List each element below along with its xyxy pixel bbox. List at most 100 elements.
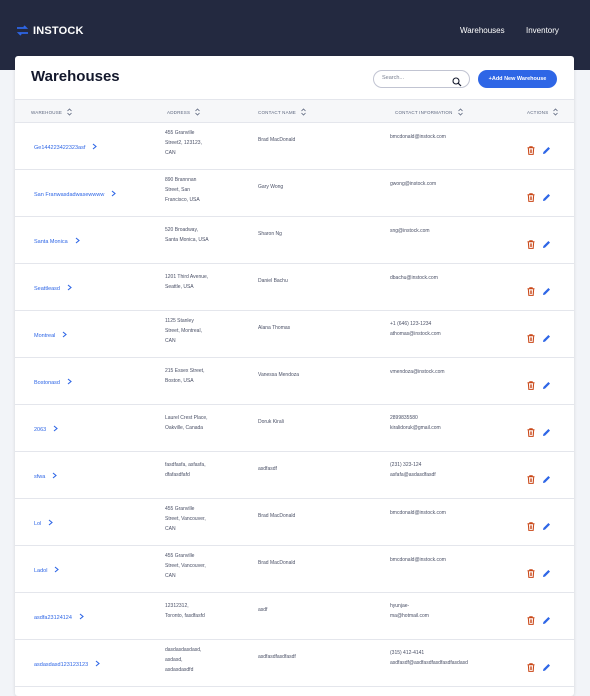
pencil-icon[interactable] [542,424,551,442]
column-header-contact-name[interactable]: CONTACT NAME [258,108,306,117]
chevron-right-icon[interactable] [53,425,59,434]
pencil-icon[interactable] [542,236,551,254]
warehouse-address: 455 Granville Street, Vancouver, CAN [165,504,225,534]
warehouse-name[interactable]: Santa Monica [34,239,68,245]
warehouse-address: 1125 Stanley Street, Montreal, CAN [165,316,225,346]
nav-inventory[interactable]: Inventory [526,26,559,35]
pencil-icon[interactable] [542,612,551,630]
contact-name: Brad MacDonald [258,560,296,566]
warehouse-link[interactable]: Seattleasd [34,284,72,293]
contact-name: Sharon Ng [258,231,282,237]
chevron-right-icon[interactable] [92,143,98,152]
sort-icon[interactable] [301,108,306,117]
pencil-icon[interactable] [542,659,551,677]
warehouse-link[interactable]: Lol [34,519,54,528]
chevron-right-icon[interactable] [67,284,72,293]
warehouse-name[interactable]: Seattleasd [34,286,60,292]
trash-icon[interactable] [527,565,535,583]
warehouse-link[interactable]: sfwa [34,472,58,481]
warehouse-name[interactable]: Ladol [34,568,47,574]
address-line: dasdasdasdasd, [165,647,202,653]
table-row: sfwa fasdfasfa, asfasfa, dfafasdfafd asdfas… [15,452,574,499]
pencil-icon[interactable] [542,283,551,301]
warehouse-name[interactable]: Bostonasd [34,380,60,386]
pencil-icon[interactable] [542,471,551,489]
search-placeholder: Search... [382,75,405,81]
trash-icon[interactable] [527,330,535,348]
sort-icon[interactable] [195,108,200,117]
contact-info-line: (315) 412-4141 [390,650,425,656]
trash-icon[interactable] [527,236,535,254]
logo[interactable]: INSTOCK [16,24,84,37]
warehouse-name[interactable]: Lol [34,521,41,527]
table-header: WAREHOUSE ADDRESS CONTACT NAME CONTACT I… [15,99,574,123]
address-line: Francisco, USA [165,197,200,203]
column-header-contact-information[interactable]: CONTACT INFORMATION [395,108,463,117]
nav-warehouses[interactable]: Warehouses [460,26,505,35]
trash-icon[interactable] [527,142,535,160]
pencil-icon[interactable] [542,518,551,536]
warehouse-name[interactable]: sfwa [34,474,45,480]
sort-icon[interactable] [457,108,463,117]
trash-icon[interactable] [527,471,535,489]
table-row: Santa Monica 520 Broadway, Santa Monica, U… [15,217,574,264]
trash-icon[interactable] [527,424,535,442]
sort-icon[interactable] [553,108,559,117]
chevron-right-icon[interactable] [48,519,54,528]
chevron-right-icon[interactable] [95,660,100,669]
search-input[interactable]: Search... [373,70,470,88]
pencil-icon[interactable] [542,189,551,207]
warehouse-link[interactable]: Santa Monica [34,237,80,246]
sort-icon[interactable] [67,108,72,117]
pencil-icon[interactable] [542,377,551,395]
search-icon[interactable] [452,74,462,92]
warehouse-name[interactable]: 2063 [34,427,46,433]
chevron-right-icon[interactable] [62,331,68,340]
warehouse-name[interactable]: asdasdasd123123123 [34,662,88,668]
warehouse-name[interactable]: Montreal [34,333,55,339]
trash-icon[interactable] [527,659,535,677]
chevron-right-icon[interactable] [79,613,84,622]
contact-info-line: ma@hotmail.com [390,613,429,619]
trash-icon[interactable] [527,377,535,395]
pencil-icon[interactable] [542,565,551,583]
row-actions [527,377,551,395]
address-line: 1125 Stanley [165,318,194,324]
warehouse-link[interactable]: Bostonasd [34,378,72,387]
contact-information: (315) 412-4141 asdfasdf@asdfasdfasdfasdfa… [390,648,500,668]
chevron-right-icon[interactable] [67,378,72,387]
row-actions [527,236,551,254]
warehouse-link[interactable]: asdfa23124124 [34,613,84,622]
warehouse-name[interactable]: Ge144223422323asf [34,145,85,151]
warehouse-address: Laurel Crest Place, Oakville, Canada [165,413,225,433]
table-row: Seattleasd 1201 Third Avenue, Seattle, USA… [15,264,574,311]
pencil-icon[interactable] [542,142,551,160]
warehouse-link[interactable]: 2063 [34,425,59,434]
column-header-address[interactable]: ADDRESS [167,108,200,117]
chevron-right-icon[interactable] [52,472,58,481]
contact-information: vmendoza@instock.com [390,367,500,377]
add-warehouse-button[interactable]: +Add New Warehouse [478,70,557,88]
warehouse-address: 455 Granville Street2, 123123, CAN [165,128,225,158]
warehouse-link[interactable]: asdasdasd123123123 [34,660,100,669]
trash-icon[interactable] [527,518,535,536]
row-actions [527,471,551,489]
warehouse-name[interactable]: asdfa23124124 [34,615,72,621]
warehouse-link[interactable]: Ge144223422323asf [34,143,98,152]
table-row: San Franwasdadwasewwww 890 Brannnan Street… [15,170,574,217]
chevron-right-icon[interactable] [54,566,60,575]
trash-icon[interactable] [527,283,535,301]
trash-icon[interactable] [527,189,535,207]
column-header-warehouse[interactable]: WAREHOUSE [31,108,72,117]
warehouse-name[interactable]: San Franwasdadwasewwww [34,192,104,198]
warehouse-link[interactable]: San Franwasdadwasewwww [34,190,117,199]
trash-icon[interactable] [527,612,535,630]
chevron-right-icon[interactable] [111,190,117,199]
column-label: CONTACT NAME [258,110,296,115]
warehouse-link[interactable]: Ladol [34,566,60,575]
contact-info-line: asdfasdf@asdfasdfasdfasdfasdasd [390,660,468,666]
chevron-right-icon[interactable] [75,237,80,246]
warehouse-link[interactable]: Montreal [34,331,68,340]
address-line: Toronto, fasdfasfd [165,613,205,619]
pencil-icon[interactable] [542,330,551,348]
